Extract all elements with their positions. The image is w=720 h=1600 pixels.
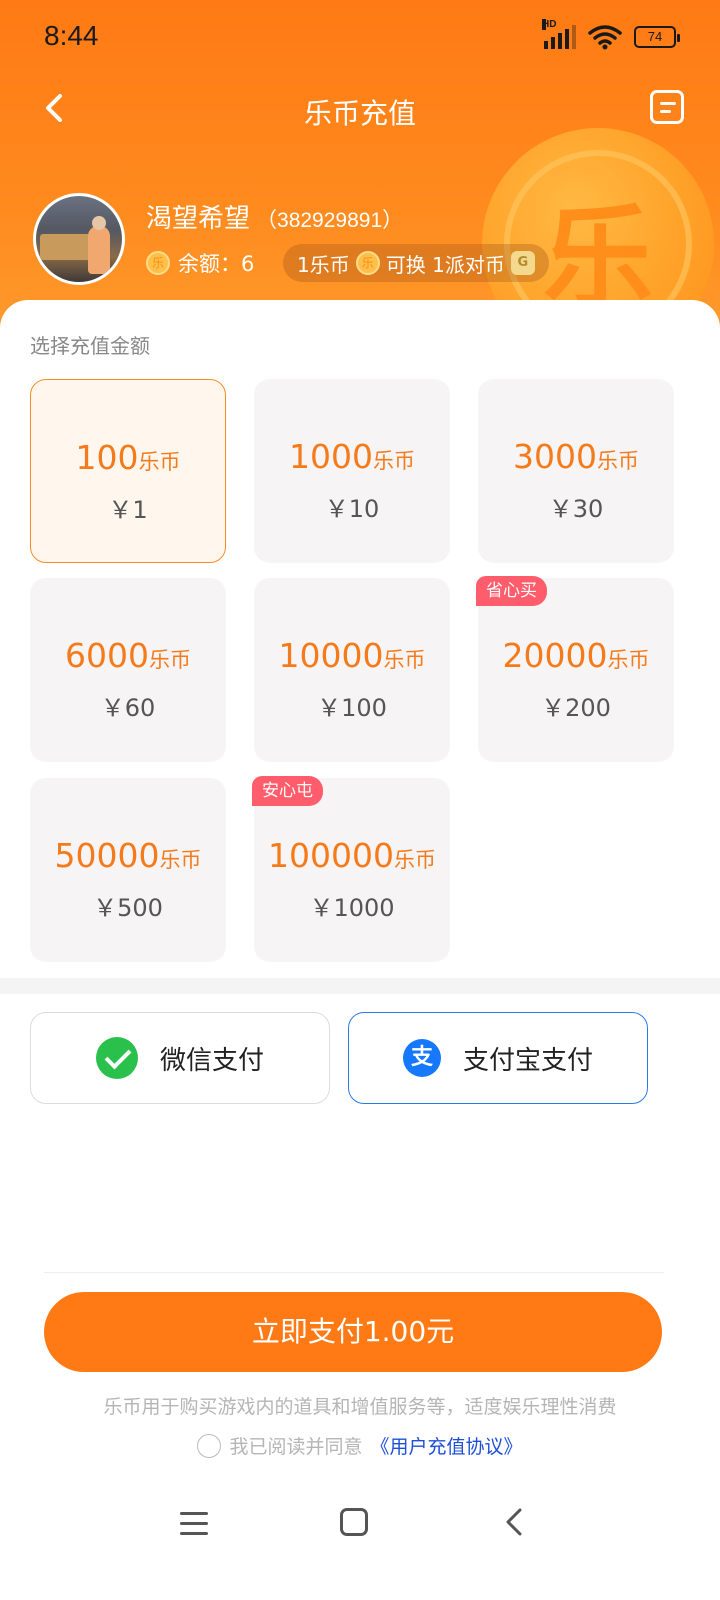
package-card[interactable]: 50000乐币 ￥500 — [30, 778, 226, 962]
party-coin-icon: G — [510, 251, 535, 275]
exchange-rate-pill: 1乐币 乐 可换 1派对币 G — [283, 244, 549, 282]
pay-now-button[interactable]: 立即支付1.00元 — [44, 1292, 662, 1372]
package-card[interactable]: 3000乐币 ￥30 — [478, 379, 674, 563]
agree-checkbox[interactable] — [197, 1433, 222, 1458]
promo-badge: 省心买 — [476, 576, 547, 606]
status-bar: 8:44 HD 74 — [0, 0, 720, 78]
system-back-button[interactable] — [500, 1506, 532, 1538]
nav-bar: 乐币充值 — [0, 78, 720, 142]
divider — [44, 1272, 664, 1273]
alipay-option[interactable]: 支 支付宝支付 — [348, 1012, 648, 1104]
system-nav-bar — [0, 1480, 720, 1570]
signal-icon: HD — [542, 19, 576, 49]
package-card[interactable]: 6000乐币 ￥60 — [30, 578, 226, 762]
recent-apps-button[interactable] — [180, 1512, 208, 1536]
home-button[interactable] — [340, 1508, 368, 1536]
wifi-icon — [588, 25, 622, 50]
balance: 乐 余额：6 — [146, 248, 254, 278]
wechat-pay-icon — [95, 1037, 138, 1079]
section-divider — [0, 978, 720, 994]
status-time: 8:44 — [44, 20, 99, 51]
agreement-row: 我已阅读并同意 《用户充值协议》 — [0, 1432, 720, 1459]
promo-badge: 安心屯 — [252, 776, 323, 806]
page-title: 乐币充值 — [303, 97, 416, 130]
alipay-icon: 支 — [402, 1039, 441, 1077]
user-name: 渴望希望 （382929891） — [146, 204, 404, 234]
package-card[interactable]: 10000乐币 ￥100 — [254, 578, 450, 762]
lecoin-icon: 乐 — [355, 251, 380, 275]
order-history-button[interactable] — [650, 90, 684, 124]
balance-value: 6 — [241, 252, 255, 276]
package-card[interactable]: 1000乐币 ￥10 — [254, 379, 450, 563]
package-card[interactable]: 100乐币 ￥1 — [30, 379, 226, 563]
package-card[interactable]: 省心买 20000乐币 ￥200 — [476, 576, 674, 762]
chevron-left-icon — [506, 1508, 522, 1536]
lecoin-icon: 乐 — [146, 251, 170, 275]
balance-label: 余额： — [178, 252, 241, 276]
battery-icon: 74 — [634, 26, 680, 48]
agreement-link[interactable]: 《用户充值协议》 — [371, 1432, 523, 1459]
avatar[interactable] — [33, 193, 125, 285]
user-id: （382929891） — [256, 209, 404, 232]
consumption-notice: 乐币用于购买游戏内的道具和增值服务等，适度娱乐理性消费 — [103, 1396, 617, 1418]
package-card[interactable]: 安心屯 100000乐币 ￥1000 — [252, 776, 450, 962]
section-label: 选择充值金额 — [30, 334, 150, 358]
wechat-pay-option[interactable]: 微信支付 — [30, 1012, 330, 1104]
